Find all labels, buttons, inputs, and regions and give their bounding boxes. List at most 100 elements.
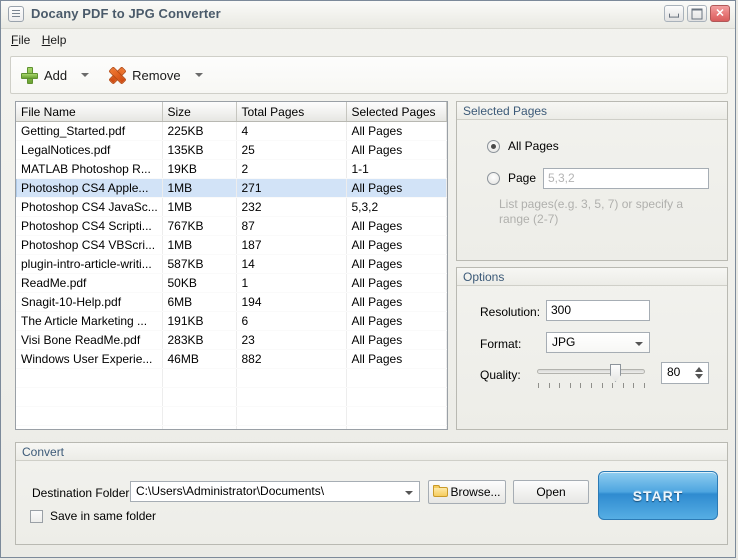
table-row[interactable]: Visi Bone ReadMe.pdf 283KB 23 All Pages [16,330,447,350]
table-row[interactable]: LegalNotices.pdf 135KB 25 All Pages [16,140,447,160]
page-radio[interactable] [487,171,500,185]
add-button[interactable]: Add [11,57,69,93]
format-select-value: JPG [552,335,576,349]
cell-total-pages: 882 [236,349,347,369]
destination-folder-value: C:\Users\Administrator\Documents\ [136,484,325,498]
chevron-down-icon[interactable] [405,491,413,495]
page-range-input[interactable]: 5,3,2 [543,168,709,189]
remove-button-label: Remove [132,67,181,83]
table-row[interactable]: Photoshop CS4 Scripti... 767KB 87 All Pages [16,216,447,236]
all-pages-label: All Pages [508,139,559,153]
all-pages-radio-row[interactable]: All Pages [487,139,559,153]
menu-item-help[interactable]: HHelpelp [42,31,75,49]
table-row[interactable]: The Article Marketing ... 191KB 6 All Pages [16,311,447,331]
cell-selected-pages: All Pages [346,254,447,274]
cell-file-name: Snagit-10-Help.pdf [16,292,163,312]
cell-selected-pages: All Pages [346,121,447,141]
start-button-label: START [632,487,684,504]
table-row[interactable]: Windows User Experie... 46MB 882 All Pages [16,349,447,369]
open-button-label: Open [536,485,566,499]
stepper-down-icon[interactable] [695,374,703,379]
cell-file-size: 587KB [162,254,237,274]
cell-file-size: 1MB [162,178,237,198]
cell-selected-pages: All Pages [346,235,447,255]
cell-file-size: 50KB [162,273,237,293]
chevron-down-icon [635,342,643,346]
resolution-input[interactable]: 300 [546,300,650,321]
close-icon: ✕ [715,7,725,19]
cell-file-name: ReadMe.pdf [16,273,163,293]
destination-folder-input[interactable]: C:\Users\Administrator\Documents\ [130,481,420,502]
cell-file-size: 283KB [162,330,237,350]
browse-button[interactable]: Browse... [428,480,506,504]
options-title: Options [457,268,727,286]
cell-selected-pages: All Pages [346,273,447,293]
app-menu-icon[interactable] [8,6,24,22]
save-same-folder-label: Save in same folder [50,509,157,523]
minimize-button[interactable] [664,5,684,22]
destination-folder-label: Destination Folder: [32,486,133,500]
column-header-total-pages[interactable]: Total Pages [236,102,347,122]
column-header-size[interactable]: Size [162,102,237,122]
quality-stepper[interactable]: 80 [661,362,709,384]
cell-total-pages: 6 [236,311,347,331]
format-select[interactable]: JPG [546,332,650,353]
window-controls: ✕ [664,5,730,22]
cell-file-name: Photoshop CS4 Apple... [16,178,163,198]
cell-file-size: 19KB [162,159,237,179]
save-same-folder-row[interactable]: Save in same folder [30,509,156,523]
table-row-empty[interactable] [16,406,447,426]
table-row[interactable]: MATLAB Photoshop R... 19KB 2 1-1 [16,159,447,179]
cell-file-size: 767KB [162,216,237,236]
table-row-empty[interactable] [16,425,447,429]
convert-title: Convert [16,443,727,461]
table-row-empty[interactable] [16,368,447,388]
column-header-selected-pages[interactable]: Selected Pages [346,102,447,122]
all-pages-radio[interactable] [487,139,500,153]
cell-selected-pages: All Pages [346,140,447,160]
table-row[interactable]: plugin-intro-article-writi... 587KB 14 All … [16,254,447,274]
cell-total-pages: 4 [236,121,347,141]
table-row[interactable]: Photoshop CS4 Apple... 1MB 271 All Pages [16,178,447,198]
add-dropdown-arrow-icon[interactable] [81,73,90,77]
cell-selected-pages: All Pages [346,292,447,312]
maximize-button[interactable] [687,5,707,22]
remove-dropdown-arrow-icon[interactable] [194,73,203,77]
cell-file-name: Visi Bone ReadMe.pdf [16,330,163,350]
quality-slider-thumb[interactable] [610,364,621,382]
menu-item-file[interactable]: FFileile [11,31,38,49]
page-radio-row[interactable]: Page [487,171,536,185]
cell-total-pages: 23 [236,330,347,350]
start-button[interactable]: START [598,471,718,520]
open-button[interactable]: Open [513,480,589,504]
table-row[interactable]: Photoshop CS4 JavaSc... 1MB 232 5,3,2 [16,197,447,217]
table-row[interactable]: Getting_Started.pdf 225KB 4 All Pages [16,121,447,141]
folder-icon [433,485,449,498]
file-list[interactable]: File Name Size Total Pages Selected Page… [15,101,448,430]
save-same-folder-checkbox[interactable] [30,509,43,523]
cell-total-pages: 1 [236,273,347,293]
plus-icon [21,66,38,84]
quality-slider[interactable] [537,362,645,388]
remove-button[interactable]: Remove [95,57,182,93]
table-row[interactable]: Snagit-10-Help.pdf 6MB 194 All Pages [16,292,447,312]
cell-file-name: Photoshop CS4 JavaSc... [16,197,163,217]
table-header-row: File Name Size Total Pages Selected Page… [16,102,447,122]
options-panel: Options Resolution: 300 Format: JPG Qual… [456,267,728,430]
browse-button-label: Browse... [450,485,501,499]
page-range-hint: List pages(e.g. 3, 5, 7) or specify a ra… [499,197,684,226]
cell-file-size: 1MB [162,197,237,217]
table-row[interactable]: ReadMe.pdf 50KB 1 All Pages [16,273,447,293]
selected-pages-title: Selected Pages [457,102,727,120]
quality-slider-track [537,369,645,374]
close-button[interactable]: ✕ [710,5,730,22]
column-header-file-name[interactable]: File Name [16,102,163,122]
table-row[interactable]: Photoshop CS4 VBScri... 1MB 187 All Pages [16,235,447,255]
table-row-empty[interactable] [16,387,447,407]
cell-total-pages: 2 [236,159,347,179]
stepper-up-icon[interactable] [695,367,703,372]
cell-total-pages: 232 [236,197,347,217]
menu-bar: FFileile HHelpelp [1,29,735,51]
cell-file-name: plugin-intro-article-writi... [16,254,163,274]
application-window: Docany PDF to JPG Converter ✕ FFileile H… [0,0,736,558]
